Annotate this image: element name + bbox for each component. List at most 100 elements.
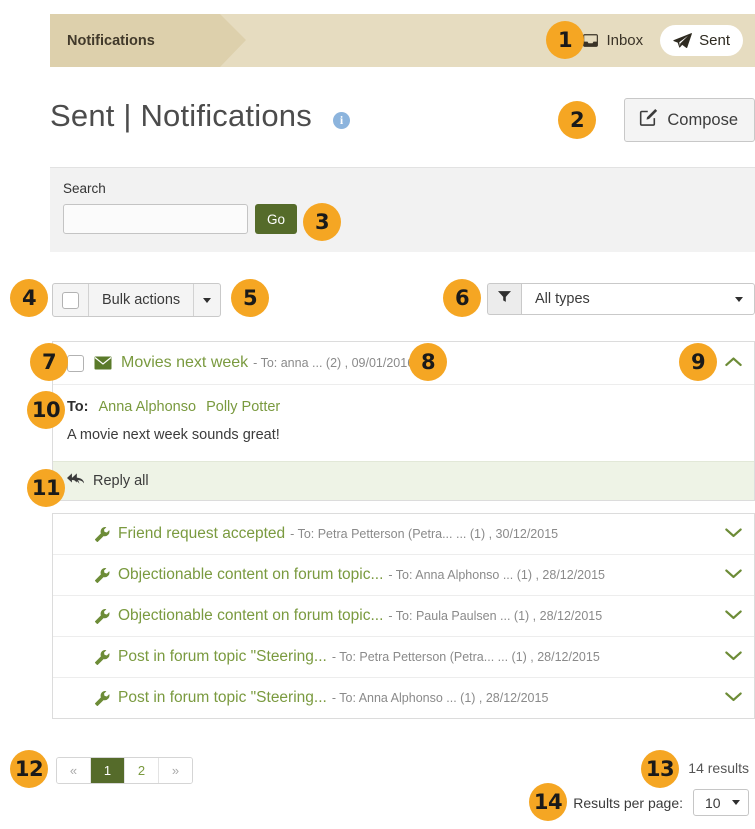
paper-plane-icon <box>673 32 693 49</box>
pagination-first[interactable]: « <box>57 758 91 783</box>
chevron-down-icon <box>725 648 742 666</box>
top-navigation-bar: Notifications Inbox Sent <box>50 14 755 67</box>
page-title: Sent | Notifications <box>50 98 312 133</box>
notification-title[interactable]: Post in forum topic "Steering... <box>118 648 327 666</box>
message-to-label: To: <box>67 399 89 415</box>
notification-row[interactable]: Post in forum topic "Steering... - To: A… <box>53 678 754 718</box>
compose-button-label: Compose <box>667 110 738 129</box>
notification-meta: - To: Petra Petterson (Petra... ... (1) … <box>290 527 559 541</box>
callout-10: 10 <box>27 391 65 429</box>
breadcrumb-label: Notifications <box>67 32 155 49</box>
recipient-link[interactable]: Anna Alphonso <box>99 399 197 415</box>
nav-item-inbox-label: Inbox <box>606 32 644 49</box>
notification-expand-toggle[interactable] <box>713 648 742 666</box>
message-body: To: Anna Alphonso Polly Potter A movie n… <box>53 384 754 461</box>
chevron-down-icon <box>735 296 743 302</box>
pagination-next[interactable]: » <box>159 758 192 783</box>
notification-meta: - To: Anna Alphonso ... (1) , 28/12/2015 <box>388 568 605 582</box>
compose-button[interactable]: Compose <box>624 98 755 142</box>
chevron-down-icon <box>732 800 740 805</box>
search-input[interactable] <box>63 204 248 234</box>
results-per-page-label: Results per page: <box>573 794 683 811</box>
envelope-icon <box>94 356 112 370</box>
wrench-icon <box>95 567 110 583</box>
mail-nav: Inbox Sent <box>569 14 743 67</box>
results-count: 14 results <box>688 760 749 776</box>
callout-8: 8 <box>409 343 447 381</box>
message-recipients-line: To: Anna Alphonso Polly Potter <box>67 391 740 427</box>
select-all-checkbox[interactable] <box>62 291 79 309</box>
notification-row[interactable]: Friend request accepted - To: Petra Pett… <box>53 514 754 555</box>
chevron-down-icon <box>725 607 742 625</box>
message-text: A movie next week sounds great! <box>67 427 280 443</box>
reply-all-label: Reply all <box>93 473 149 489</box>
nav-item-sent-label: Sent <box>699 32 730 49</box>
message-header[interactable]: Movies next week - To: anna ... (2) , 09… <box>53 342 754 384</box>
breadcrumb-notifications[interactable]: Notifications <box>50 14 246 67</box>
notification-group: Friend request accepted - To: Petra Pett… <box>52 513 755 719</box>
notification-row[interactable]: Post in forum topic "Steering... - To: P… <box>53 637 754 678</box>
message-collapse-toggle[interactable] <box>713 354 742 372</box>
filter-funnel-icon <box>498 290 511 308</box>
page-header: Sent | Notifications i Compose <box>50 98 755 150</box>
bulk-actions-button[interactable]: Bulk actions <box>89 284 193 316</box>
select-all-cell[interactable] <box>53 284 89 316</box>
bulk-actions-dropdown-toggle[interactable] <box>193 284 220 316</box>
callout-6: 6 <box>443 279 481 317</box>
wrench-icon <box>95 649 110 665</box>
callout-11: 11 <box>27 469 65 507</box>
notification-title[interactable]: Objectionable content on forum topic... <box>118 607 383 625</box>
chevron-down-icon <box>725 566 742 584</box>
chevron-down-icon <box>725 689 742 707</box>
notification-expand-toggle[interactable] <box>713 566 742 584</box>
results-per-page-value: 10 <box>705 794 721 811</box>
type-filter-select[interactable]: All types <box>521 283 755 315</box>
notification-row[interactable]: Objectionable content on forum topic... … <box>53 555 754 596</box>
info-icon[interactable]: i <box>333 112 350 129</box>
message-list: Movies next week - To: anna ... (2) , 09… <box>52 341 755 719</box>
chevron-down-icon <box>725 525 742 543</box>
callout-1: 1 <box>546 21 584 59</box>
pagination-page-2[interactable]: 2 <box>125 758 159 783</box>
message-panel-expanded: Movies next week - To: anna ... (2) , 09… <box>52 341 755 501</box>
callout-9: 9 <box>679 343 717 381</box>
notification-title[interactable]: Post in forum topic "Steering... <box>118 689 327 707</box>
callout-12: 12 <box>10 750 48 788</box>
chevron-down-icon <box>203 297 212 303</box>
results-per-page-group: Results per page: 10 <box>573 789 749 816</box>
notification-title[interactable]: Objectionable content on forum topic... <box>118 566 383 584</box>
type-filter-value: All types <box>535 291 590 307</box>
reply-all-button[interactable]: Reply all <box>53 461 754 500</box>
notification-expand-toggle[interactable] <box>713 607 742 625</box>
reply-all-icon <box>67 472 85 490</box>
callout-5: 5 <box>231 279 269 317</box>
notification-expand-toggle[interactable] <box>713 689 742 707</box>
pagination-page-1[interactable]: 1 <box>91 758 125 783</box>
notification-expand-toggle[interactable] <box>713 525 742 543</box>
message-title[interactable]: Movies next week <box>121 354 248 372</box>
chevron-up-icon <box>725 354 742 372</box>
recipient-link[interactable]: Polly Potter <box>206 399 280 415</box>
notification-title[interactable]: Friend request accepted <box>118 525 285 543</box>
results-per-page-select[interactable]: 10 <box>693 789 749 816</box>
search-panel: Search Go <box>50 167 755 252</box>
callout-13: 13 <box>641 750 679 788</box>
message-select-checkbox[interactable] <box>67 354 84 372</box>
notification-meta: - To: Anna Alphonso ... (1) , 28/12/2015 <box>331 691 549 705</box>
bulk-actions-group: Bulk actions <box>52 283 222 317</box>
search-go-button[interactable]: Go <box>255 204 297 234</box>
callout-7: 7 <box>30 343 68 381</box>
notification-meta: - To: Paula Paulsen ... (1) , 28/12/2015 <box>388 609 603 623</box>
notification-meta: - To: Petra Petterson (Petra... ... (1) … <box>331 650 600 664</box>
inbox-icon <box>582 32 599 49</box>
filter-addon <box>487 283 521 315</box>
callout-2: 2 <box>558 101 596 139</box>
pagination: « 1 2 » <box>56 757 193 784</box>
nav-item-sent[interactable]: Sent <box>660 25 743 56</box>
notification-row[interactable]: Objectionable content on forum topic... … <box>53 596 754 637</box>
search-label: Search <box>63 181 106 196</box>
callout-14: 14 <box>529 783 567 821</box>
wrench-icon <box>95 608 110 624</box>
pencil-square-icon <box>639 108 658 132</box>
callout-3: 3 <box>303 203 341 241</box>
